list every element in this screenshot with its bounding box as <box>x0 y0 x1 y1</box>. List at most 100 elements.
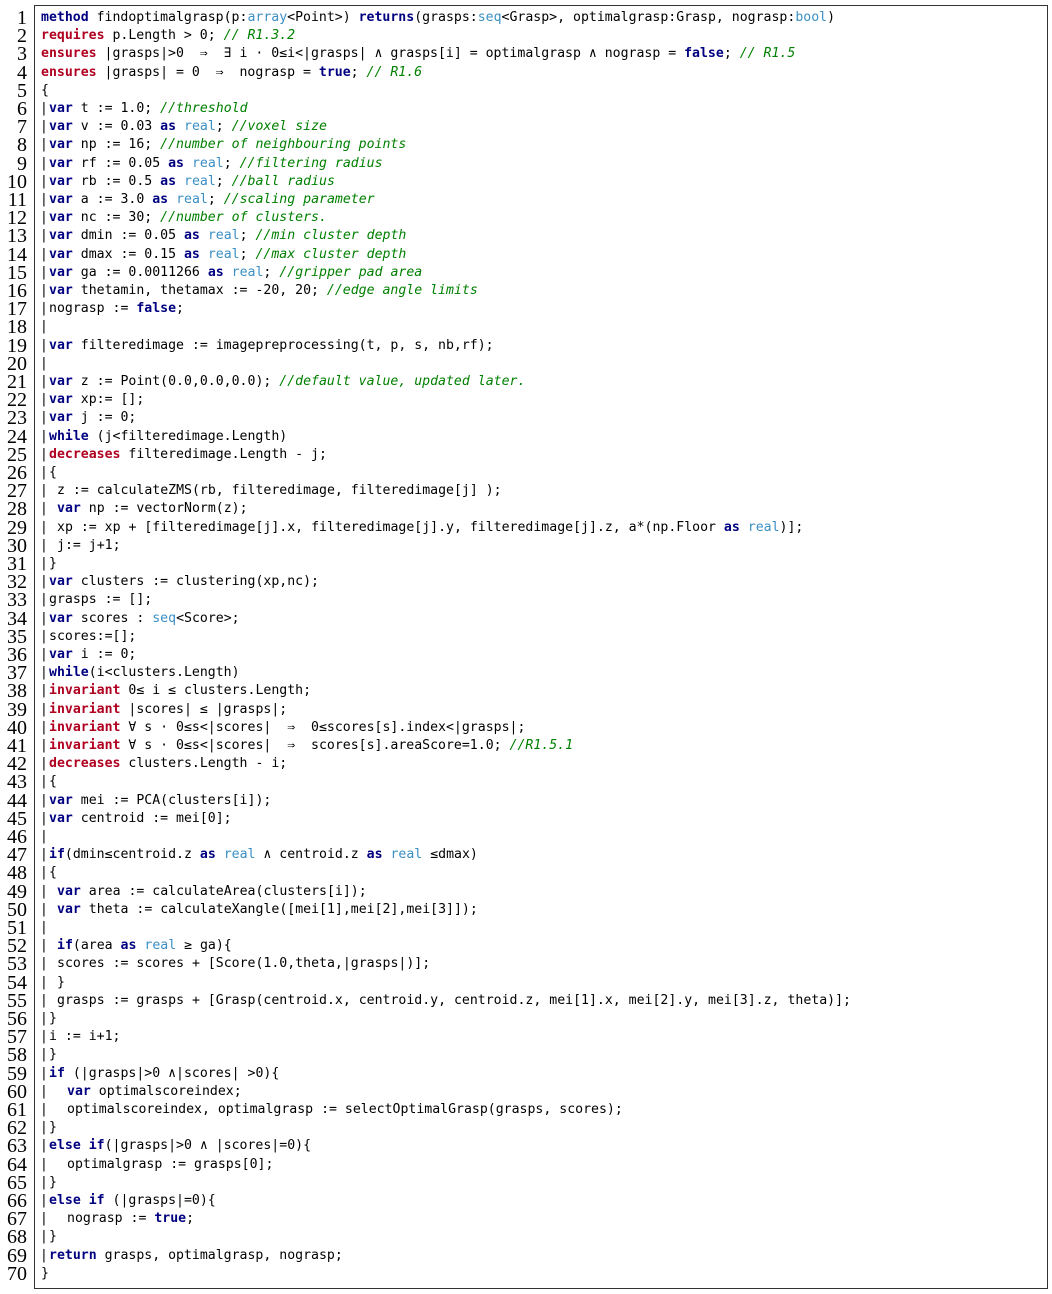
code-keyword: invariant <box>49 719 121 735</box>
code-token: rf := 0.05 <box>72 155 169 171</box>
code-line: 25 | decreases filteredimage.Length - j; <box>7 445 1052 465</box>
block-bar: | <box>40 501 48 517</box>
code-text: scores := scores + [Score(1.0,theta,|gra… <box>57 955 430 973</box>
code-text: var xp:= []; <box>49 391 144 409</box>
code-keyword: var <box>49 647 73 662</box>
code-line: 49 | var area := calculateArea(clusters[i]… <box>7 882 1052 902</box>
code-token: } <box>49 1229 57 1245</box>
code-line: 67 | nograsp := true; <box>7 1209 1052 1229</box>
code-token: i := 0; <box>72 647 137 662</box>
code-line: 48 |{ <box>7 863 1052 883</box>
code-text: { <box>49 773 57 791</box>
code-token: xp:= []; <box>72 392 145 408</box>
code-text: requires p.Length > 0; // R1.3.2 <box>41 27 295 45</box>
block-bar: | <box>40 1247 48 1263</box>
code-comment: //min cluster depth <box>255 228 407 244</box>
code-token: optimalscoreindex; <box>90 1083 242 1099</box>
code-keyword: var <box>49 574 73 590</box>
code-line: 30 | j:= j+1; <box>7 536 1052 556</box>
code-comment: //gripper pad area <box>279 264 423 280</box>
block-bar: | <box>40 847 48 863</box>
block-bar: | <box>40 1047 48 1063</box>
code-line: 2 requires p.Length > 0; // R1.3.2 <box>17 26 1052 46</box>
code-keyword: var <box>49 101 73 116</box>
code-token: ∀ s · 0≤s<|scores| ⇒ 0≤scores[s].index<|… <box>120 719 526 735</box>
block-bar: | <box>40 883 48 899</box>
code-keyword: true <box>154 1211 187 1227</box>
code-token: scores : <box>72 610 153 626</box>
code-keyword: decreases <box>49 756 121 772</box>
code-token: (|grasps|>0 ∧ |scores|=0){ <box>104 1138 312 1154</box>
code-text: invariant 0≤ i ≤ clusters.Length; <box>49 682 311 700</box>
block-bar: | <box>40 301 48 317</box>
code-token: i := i+1; <box>49 1029 121 1045</box>
code-token: rb := 0.5 <box>72 173 161 189</box>
code-comment: //filtering radius <box>239 155 383 171</box>
code-text: var rf := 0.05 as real; //filtering radi… <box>49 155 383 173</box>
code-keyword: as <box>207 264 224 280</box>
code-keyword: as <box>199 847 216 863</box>
code-line: 68 |} <box>7 1227 1052 1247</box>
code-line: 54 |} <box>7 973 1052 993</box>
code-text: { <box>49 864 57 882</box>
code-line: 42 | decreases clusters.Length - i; <box>7 754 1052 774</box>
code-token: 0≤ i ≤ clusters.Length; <box>120 683 312 699</box>
code-comment: //number of neighbouring points <box>160 137 407 153</box>
block-bar: | <box>40 228 48 244</box>
code-line: 11 | var a := 3.0 as real; //scaling param… <box>8 190 1052 210</box>
block-bar: | <box>40 792 48 808</box>
code-token: nograsp := <box>67 1211 155 1227</box>
block-bar: | <box>40 1065 48 1081</box>
code-token: dmax := 0.15 <box>72 246 184 262</box>
code-text: if (|grasps|>0 ∧|scores| >0){ <box>49 1065 279 1083</box>
code-token: ; <box>186 1211 195 1227</box>
code-token: } <box>49 556 57 571</box>
code-text: decreases filteredimage.Length - j; <box>49 446 327 464</box>
block-bar: | <box>40 1211 48 1227</box>
code-text: var np := vectorNorm(z); <box>57 500 248 518</box>
code-text: else if(|grasps|>0 ∧ |scores|=0){ <box>49 1137 311 1155</box>
code-token: ≤dmax) <box>422 847 478 863</box>
code-keyword: as <box>120 938 137 954</box>
code-text: var ga := 0.0011266 as real; //gripper p… <box>49 264 422 282</box>
code-line: 22 | var xp:= []; <box>7 390 1052 410</box>
code-line: 6 | var t := 1.0; //threshold <box>17 99 1052 119</box>
code-text: var centroid := mei[0]; <box>49 810 232 828</box>
code-text: var dmin := 0.05 as real; //min cluster … <box>49 227 406 245</box>
code-token: (j<filteredimage.Length) <box>88 428 288 444</box>
code-text: var mei := PCA(clusters[i]); <box>49 792 271 810</box>
code-text: var i := 0; <box>49 646 136 664</box>
block-bar: | <box>40 137 48 153</box>
code-line: 16 | var thetamin, thetamax := -20, 20; //… <box>7 281 1052 301</box>
block-bar: | <box>40 283 48 298</box>
block-bar: | <box>40 628 48 644</box>
block-bar: | <box>40 355 48 371</box>
code-comment: //ball radius <box>231 173 335 189</box>
code-token: (grasps: <box>414 10 478 25</box>
code-text: } <box>49 1010 57 1028</box>
code-token: (|grasps|=0){ <box>104 1193 216 1208</box>
code-token: ; <box>239 228 256 244</box>
code-line: 19 | var filteredimage := imagepreprocessi… <box>7 336 1052 356</box>
code-token: ; <box>723 46 740 62</box>
code-keyword: var <box>67 1083 91 1099</box>
code-token: } <box>41 1265 49 1281</box>
block-bar: | <box>40 810 48 826</box>
code-line: 12 | var nc := 30; //number of clusters. <box>7 208 1052 228</box>
code-keyword: as <box>152 192 169 207</box>
code-comment: //R1.5.1 <box>509 738 574 753</box>
block-bar: | <box>40 992 48 1008</box>
code-token: ; <box>215 119 232 135</box>
line-number: 14 <box>7 243 27 266</box>
code-token: ; <box>215 173 232 189</box>
code-text: xp := xp + [filteredimage[j].x, filtered… <box>57 519 803 537</box>
block-bar: | <box>40 119 48 135</box>
code-token: scores := scores + [Score(1.0,theta,|gra… <box>57 956 431 972</box>
code-text: var nc := 30; //number of clusters. <box>49 209 327 227</box>
line-number: 48 <box>7 862 27 885</box>
code-text: decreases clusters.Length - i; <box>49 755 287 773</box>
code-token: clusters := clustering(xp,nc); <box>72 574 319 590</box>
code-text: method findoptimalgrasp(p:array<Point>) … <box>41 9 835 27</box>
